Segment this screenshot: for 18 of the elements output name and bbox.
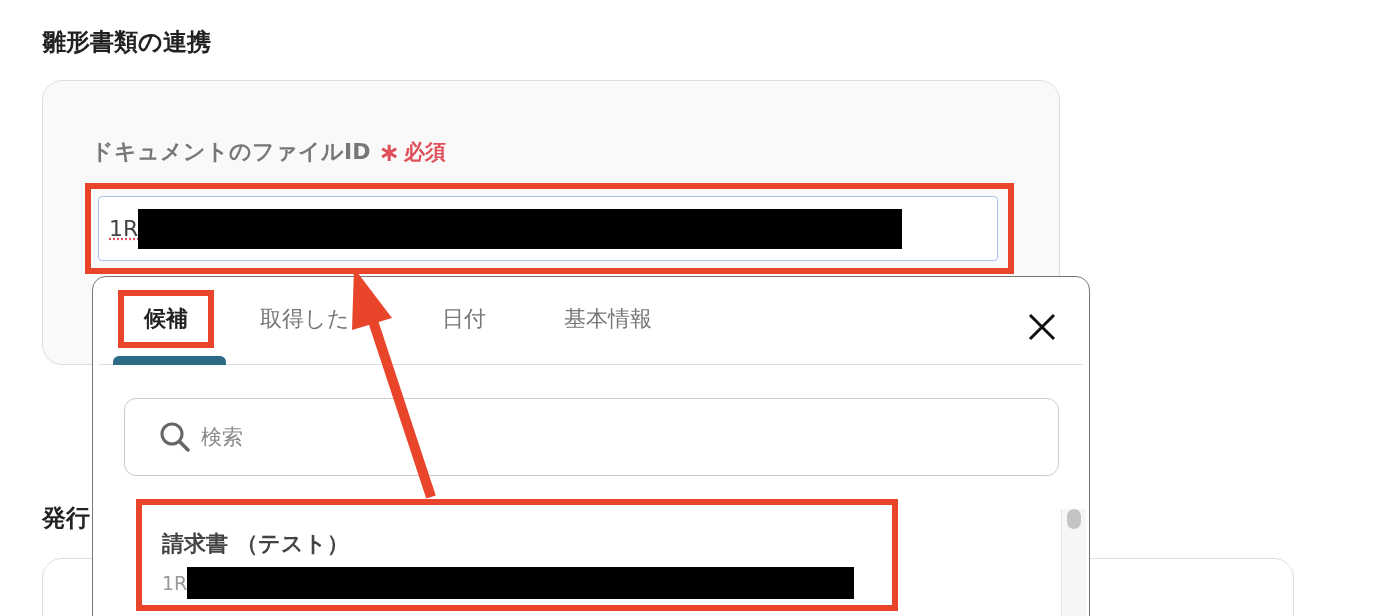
search-icon [159, 421, 191, 453]
section-title: 発行 [42, 503, 91, 534]
tab[interactable]: 候補 [124, 304, 208, 334]
required-label: 必須 [404, 139, 447, 166]
search-box[interactable]: 検索 [124, 398, 1059, 476]
scrollbar[interactable] [1061, 509, 1086, 616]
section-title: 雛形書類の連携 [42, 27, 212, 58]
list-item[interactable]: 請求書 （テスト） 1R [162, 509, 882, 599]
field-label: ドキュメントのファイルID [91, 138, 371, 166]
item-value: 1R [162, 572, 188, 594]
search-field[interactable]: 検索 [199, 406, 1058, 468]
required-mark: ∗ [378, 137, 401, 167]
input-field[interactable]: 1R [98, 196, 998, 261]
item-title: 請求書 （テスト） [162, 530, 350, 558]
tab[interactable]: 基本情報 [564, 304, 652, 334]
close-icon[interactable] [1027, 312, 1057, 342]
tab[interactable]: 取得した [260, 304, 350, 334]
tab[interactable]: 日付 [442, 304, 486, 334]
